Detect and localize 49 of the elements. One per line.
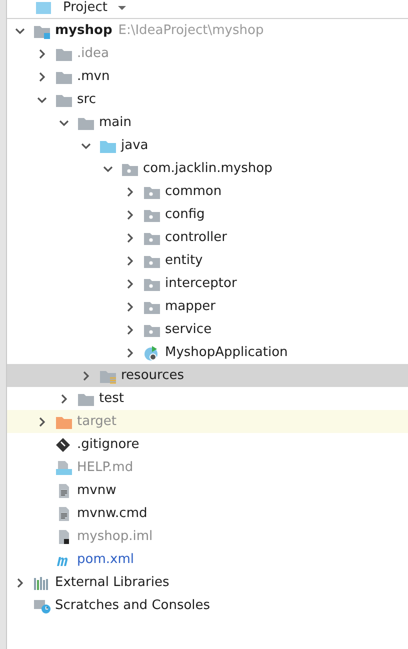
chevron-down-icon[interactable] [81, 140, 91, 150]
chevron-right-icon[interactable] [125, 186, 135, 196]
chevron-right-icon[interactable] [59, 394, 69, 404]
tree-item[interactable]: entity [7, 249, 408, 272]
chevron-right-icon[interactable] [37, 48, 47, 58]
chevron-right-icon[interactable] [125, 232, 135, 242]
chevron-right-icon[interactable] [81, 370, 91, 380]
scratches-icon [33, 598, 51, 614]
tree-item[interactable]: test [7, 387, 408, 410]
chevron-down-icon[interactable] [103, 164, 113, 174]
tree-item[interactable]: service [7, 318, 408, 341]
path-hint: E:\IdeaProject\myshop [118, 23, 264, 38]
tree-item[interactable]: src [7, 88, 408, 111]
chevron-right-icon[interactable] [125, 210, 135, 220]
chevron-down-icon[interactable] [15, 26, 25, 36]
tree-item[interactable]: com.jacklin.myshop [7, 157, 408, 180]
tree-item[interactable]: External Libraries [7, 571, 408, 594]
chevron-right-icon[interactable] [125, 302, 135, 312]
chevron-right-icon[interactable] [37, 416, 47, 426]
tree-item[interactable]: myshop E:\IdeaProject\myshop [7, 19, 408, 42]
tree-item[interactable]: main [7, 111, 408, 134]
tree-item[interactable]: java [7, 134, 408, 157]
tree-item[interactable]: common [7, 180, 408, 203]
chevron-right-icon[interactable] [37, 72, 47, 82]
diamond-icon [55, 436, 73, 452]
tree-item[interactable]: controller [7, 226, 408, 249]
tree-item[interactable]: resources [7, 364, 408, 387]
chevron-right-icon[interactable] [125, 256, 135, 266]
panel-icon [35, 0, 53, 16]
libraries-icon [33, 574, 51, 590]
chevron-right-icon[interactable] [15, 578, 25, 588]
tree-item[interactable]: Scratches and Consoles [7, 594, 408, 617]
markdown-file-icon [55, 460, 73, 476]
chevron-right-icon[interactable] [125, 348, 135, 358]
tree-item[interactable]: .gitignore [7, 433, 408, 456]
chevron-down-icon[interactable] [37, 94, 47, 104]
caret-icon[interactable] [117, 3, 128, 13]
chevron-right-icon[interactable] [125, 324, 135, 334]
tree-item[interactable]: mapper [7, 295, 408, 318]
tree-item[interactable]: pom.xml [7, 548, 408, 571]
tree-item[interactable]: mvnw.cmd [7, 502, 408, 525]
tree-item[interactable]: .mvn [7, 65, 408, 88]
chevron-right-icon[interactable] [125, 278, 135, 288]
chevron-down-icon[interactable] [59, 118, 69, 128]
tree-item[interactable]: interceptor [7, 272, 408, 295]
panel-title[interactable]: Project [63, 1, 108, 15]
tree-item[interactable]: config [7, 203, 408, 226]
tree-item[interactable]: MyshopApplication [7, 341, 408, 364]
tree-item[interactable]: mvnw [7, 479, 408, 502]
